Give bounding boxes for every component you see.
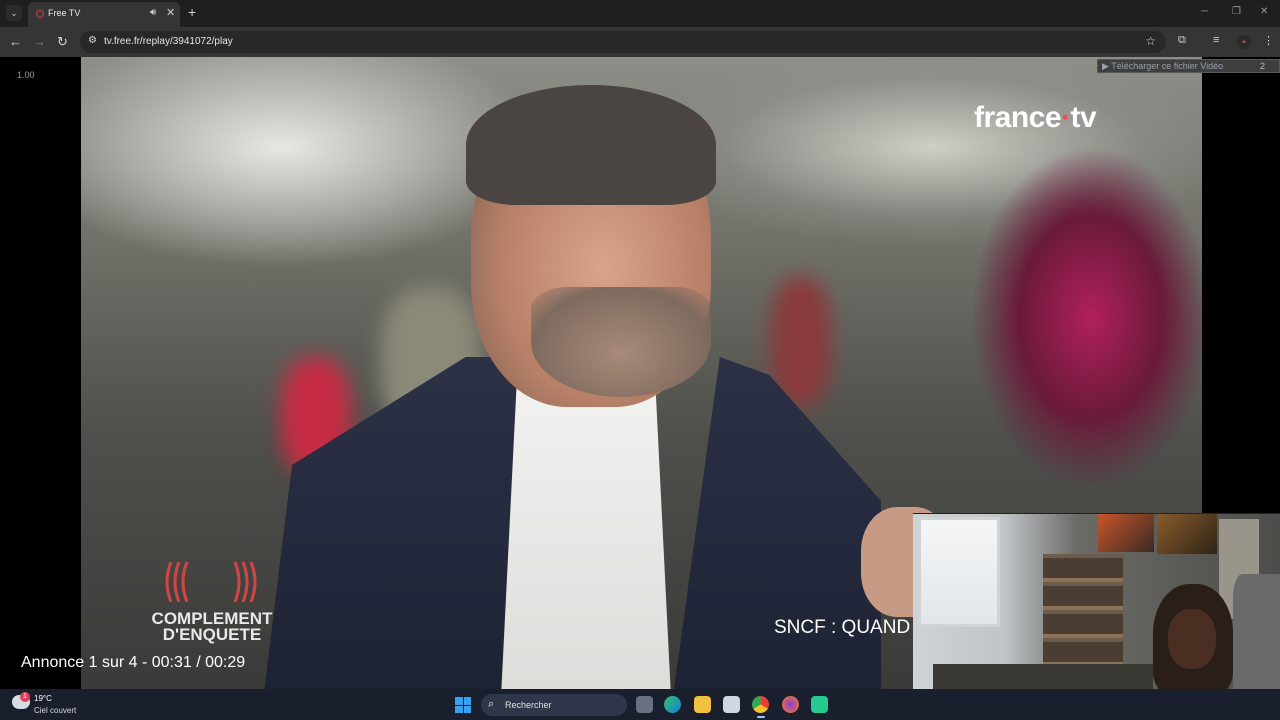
webcam-overlay <box>913 513 1280 689</box>
extensions-icon[interactable]: ⧉ <box>1178 34 1186 47</box>
webcam-face <box>1168 609 1216 669</box>
webcam-desk <box>933 664 1153 689</box>
host-hair <box>466 85 716 205</box>
weather-badge: 1 <box>20 692 30 702</box>
search-placeholder: Rechercher <box>505 700 552 710</box>
logo-dot: · <box>1061 101 1071 134</box>
file-explorer-icon[interactable] <box>694 696 711 713</box>
favicon-icon <box>36 10 44 18</box>
url-text[interactable]: tv.free.fr/replay/3941072/play <box>104 36 233 47</box>
site-info-icon[interactable]: ⚙ <box>88 35 97 46</box>
tab-strip: ⌄ Free TV 🔊︎ ✕ + ─ ❐ ✕ <box>0 0 1280 27</box>
minimize-icon[interactable]: ─ <box>1201 6 1208 17</box>
video-subtitle: SNCF : QUAND <box>774 617 911 638</box>
task-view-icon[interactable] <box>636 696 653 713</box>
new-tab-button[interactable]: + <box>188 4 196 20</box>
media-controls-icon[interactable]: ≡ <box>1213 34 1219 46</box>
forward-icon[interactable]: → <box>33 34 46 49</box>
download-badge: 2 <box>1259 61 1265 71</box>
host-beard <box>531 287 711 397</box>
profile-avatar[interactable]: ◓ <box>1237 35 1251 49</box>
weather-description[interactable]: Ciel couvert <box>34 706 76 715</box>
address-bar[interactable]: ⚙ tv.free.fr/replay/3941072/play ☆ <box>80 31 1166 53</box>
speaker-icon[interactable]: 🔊︎ <box>150 7 156 18</box>
chrome-running-indicator <box>757 716 765 718</box>
program-title: COMPLEMENT D'ENQUETE <box>142 610 282 644</box>
firefox-icon[interactable] <box>782 696 799 713</box>
program-title-line2: D'ENQUETE <box>162 625 262 644</box>
window-close-icon[interactable]: ✕ <box>1260 6 1268 17</box>
chrome-icon[interactable] <box>752 696 769 713</box>
webcam-poster <box>1098 514 1154 552</box>
more-menu-icon[interactable]: ⋮ <box>1263 34 1274 47</box>
edge-icon[interactable] <box>664 696 681 713</box>
reload-icon[interactable]: ↻ <box>57 34 68 50</box>
taskbar: 1 19°C Ciel couvert ⌕ Rechercher <box>0 689 1280 720</box>
maximize-icon[interactable]: ❐ <box>1232 6 1241 17</box>
playback-speed: 1.00 <box>17 70 35 80</box>
tab-search-button[interactable]: ⌄ <box>6 5 22 21</box>
weather-temperature[interactable]: 19°C <box>34 694 52 703</box>
download-video-button[interactable]: ▶ Télécharger ce fichier Vidéo 2 <box>1097 59 1280 73</box>
tab-free-tv[interactable]: Free TV 🔊︎ ✕ <box>28 2 180 27</box>
webcam-chair <box>1233 574 1280 689</box>
windows-start-icon[interactable] <box>455 697 471 713</box>
browser-toolbar: ← → ↻ ⚙ tv.free.fr/replay/3941072/play ☆… <box>0 27 1280 57</box>
france-tv-logo: france·tv <box>974 101 1097 135</box>
search-icon: ⌕ <box>488 698 495 710</box>
tab-close-icon[interactable]: ✕ <box>166 6 175 19</box>
logo-text: france <box>974 101 1062 134</box>
logo-tv: tv <box>1070 101 1097 134</box>
store-icon[interactable] <box>723 696 740 713</box>
taskbar-search[interactable]: ⌕ Rechercher <box>481 694 627 716</box>
app-icon[interactable] <box>811 696 828 713</box>
program-logo-waves-icon <box>165 561 257 603</box>
tab-title: Free TV <box>48 8 81 18</box>
webcam-poster <box>1157 514 1217 554</box>
ad-counter: Annonce 1 sur 4 - 00:31 / 00:29 <box>21 654 246 671</box>
bookmark-star-icon[interactable]: ☆ <box>1145 34 1156 48</box>
webcam-window <box>918 517 1000 627</box>
download-label: ▶ Télécharger ce fichier Vidéo <box>1102 61 1224 71</box>
back-icon[interactable]: ← <box>9 34 22 49</box>
